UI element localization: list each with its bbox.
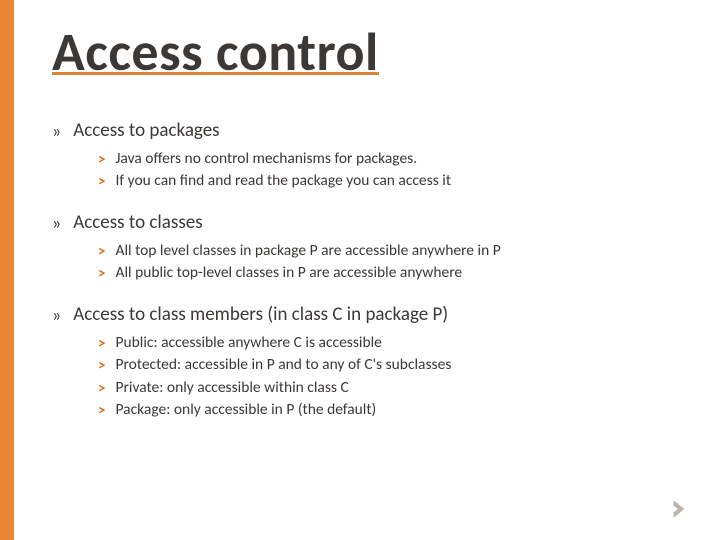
title-text: Access control: [52, 19, 379, 85]
page-title: Access control: [52, 24, 379, 81]
sublist-packages: ˃ Java offers no control mechanisms for …: [98, 148, 680, 193]
item-text: Public: accessible anywhere C is accessi…: [115, 332, 381, 354]
item-text: Java offers no control mechanisms for pa…: [115, 148, 417, 170]
item-text: All public top-level classes in P are ac…: [115, 262, 462, 284]
bullet-lvl2-icon: ˃: [98, 267, 105, 282]
sublist-classes: ˃ All top level classes in package P are…: [98, 240, 680, 285]
list-item: ˃ Java offers no control mechanisms for …: [98, 148, 680, 170]
bullet-lvl2-icon: ˃: [98, 337, 105, 352]
section-classes: » Access to classes ˃ All top level clas…: [52, 211, 680, 285]
list-item: ˃ Private: only accessible within class …: [98, 377, 680, 399]
bullet-lvl2-icon: ˃: [98, 404, 105, 419]
heading-members: » Access to class members (in class C in…: [52, 303, 680, 326]
list-item: ˃ Protected: accessible in P and to any …: [98, 354, 680, 376]
sublist-members: ˃ Public: accessible anywhere C is acces…: [98, 332, 680, 422]
heading-classes: » Access to classes: [52, 211, 680, 234]
section-members: » Access to class members (in class C in…: [52, 303, 680, 422]
heading-text: Access to class members (in class C in p…: [73, 303, 448, 326]
item-text: Private: only accessible within class C: [115, 377, 348, 399]
list-item: ˃ Package: only accessible in P (the def…: [98, 399, 680, 421]
list-item: ˃ Public: accessible anywhere C is acces…: [98, 332, 680, 354]
chevron-right-icon: [666, 496, 692, 522]
list-item: ˃ All public top-level classes in P are …: [98, 262, 680, 284]
bullet-lvl1-icon: »: [52, 122, 61, 140]
heading-text: Access to classes: [73, 211, 202, 234]
bullet-lvl1-icon: »: [52, 306, 61, 324]
bullet-lvl2-icon: ˃: [98, 175, 105, 190]
item-text: Package: only accessible in P (the defau…: [115, 399, 376, 421]
slide: Access control » Access to packages ˃ Ja…: [0, 0, 720, 540]
item-text: Protected: accessible in P and to any of…: [115, 354, 451, 376]
title-underline: [52, 72, 379, 75]
bullet-lvl2-icon: ˃: [98, 245, 105, 260]
list-item: ˃ If you can find and read the package y…: [98, 170, 680, 192]
bullet-lvl2-icon: ˃: [98, 153, 105, 168]
bullet-lvl1-icon: »: [52, 214, 61, 232]
item-text: All top level classes in package P are a…: [115, 240, 500, 262]
list-item: ˃ All top level classes in package P are…: [98, 240, 680, 262]
bullet-lvl2-icon: ˃: [98, 359, 105, 374]
heading-text: Access to packages: [73, 119, 219, 142]
heading-packages: » Access to packages: [52, 119, 680, 142]
item-text: If you can find and read the package you…: [115, 170, 451, 192]
bullet-lvl2-icon: ˃: [98, 382, 105, 397]
section-packages: » Access to packages ˃ Java offers no co…: [52, 119, 680, 193]
